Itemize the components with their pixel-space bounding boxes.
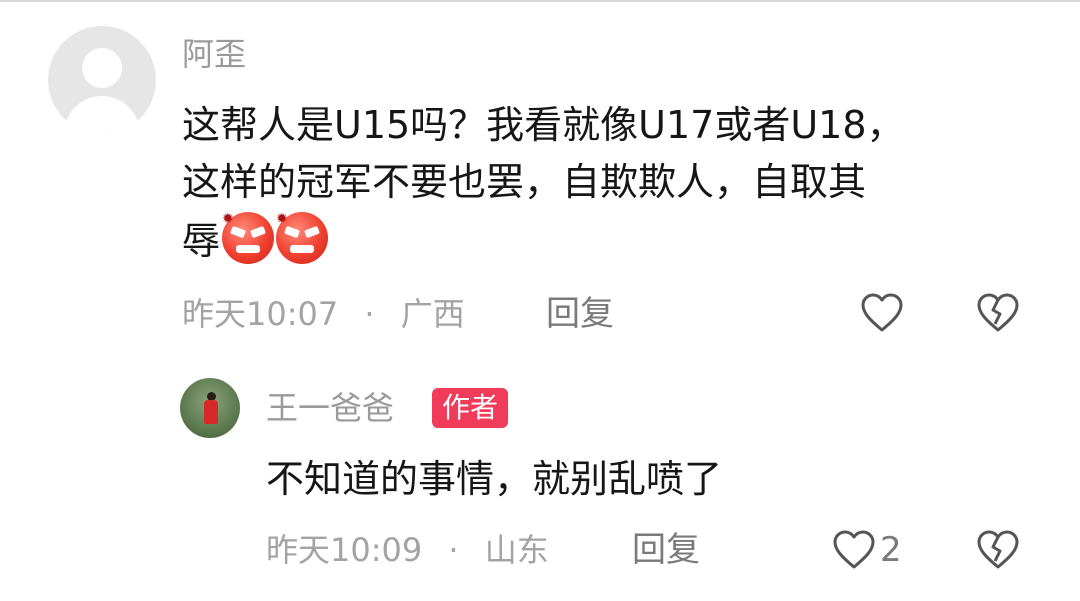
heart-icon[interactable] [832, 529, 876, 571]
reply-reply-button[interactable]: 回复 [632, 530, 700, 570]
broken-heart-icon[interactable] [976, 529, 1020, 571]
reply-separator: · [448, 531, 459, 569]
comment-location: 广西 [400, 295, 465, 333]
comment-time: 昨天10:07 [182, 295, 339, 333]
heart-icon[interactable] [860, 292, 904, 334]
comment-text-line-1: 这帮人是U15吗？我看就像U17或者U18， [182, 103, 905, 147]
reply-meta: 昨天10:09 · 山东 [266, 530, 549, 570]
avatar-head-shape [82, 48, 122, 88]
comment-text-line-3-text: 辱 [182, 219, 221, 263]
comment-username[interactable]: 阿歪 [182, 34, 246, 74]
comment-meta: 昨天10:07 · 广西 [182, 294, 465, 334]
comment-text-line-2: 这样的冠军不要也罢，自欺欺人，自取其 [182, 160, 867, 204]
comment-text-line-3: 辱 ✹ ✹ [182, 212, 329, 268]
broken-heart-icon[interactable] [976, 292, 1020, 334]
reply-username[interactable]: 王一爸爸 [266, 388, 394, 428]
user-avatar[interactable] [48, 26, 156, 134]
reply-text: 不知道的事情，就别乱喷了 [266, 457, 723, 501]
comment-separator: · [364, 295, 375, 333]
reply-like-count: 2 [880, 530, 902, 570]
reply-user-avatar[interactable] [180, 378, 240, 438]
comment-reply-button[interactable]: 回复 [546, 294, 614, 334]
author-badge: 作者 [432, 388, 509, 428]
reply-time: 昨天10:09 [266, 531, 423, 569]
angry-face-icon: ✹ [276, 212, 329, 264]
angry-face-icon: ✹ [222, 212, 275, 264]
avatar-figure-body [204, 400, 218, 424]
reply-location: 山东 [484, 531, 549, 569]
top-divider [0, 0, 1080, 2]
avatar-body-shape [64, 96, 140, 134]
